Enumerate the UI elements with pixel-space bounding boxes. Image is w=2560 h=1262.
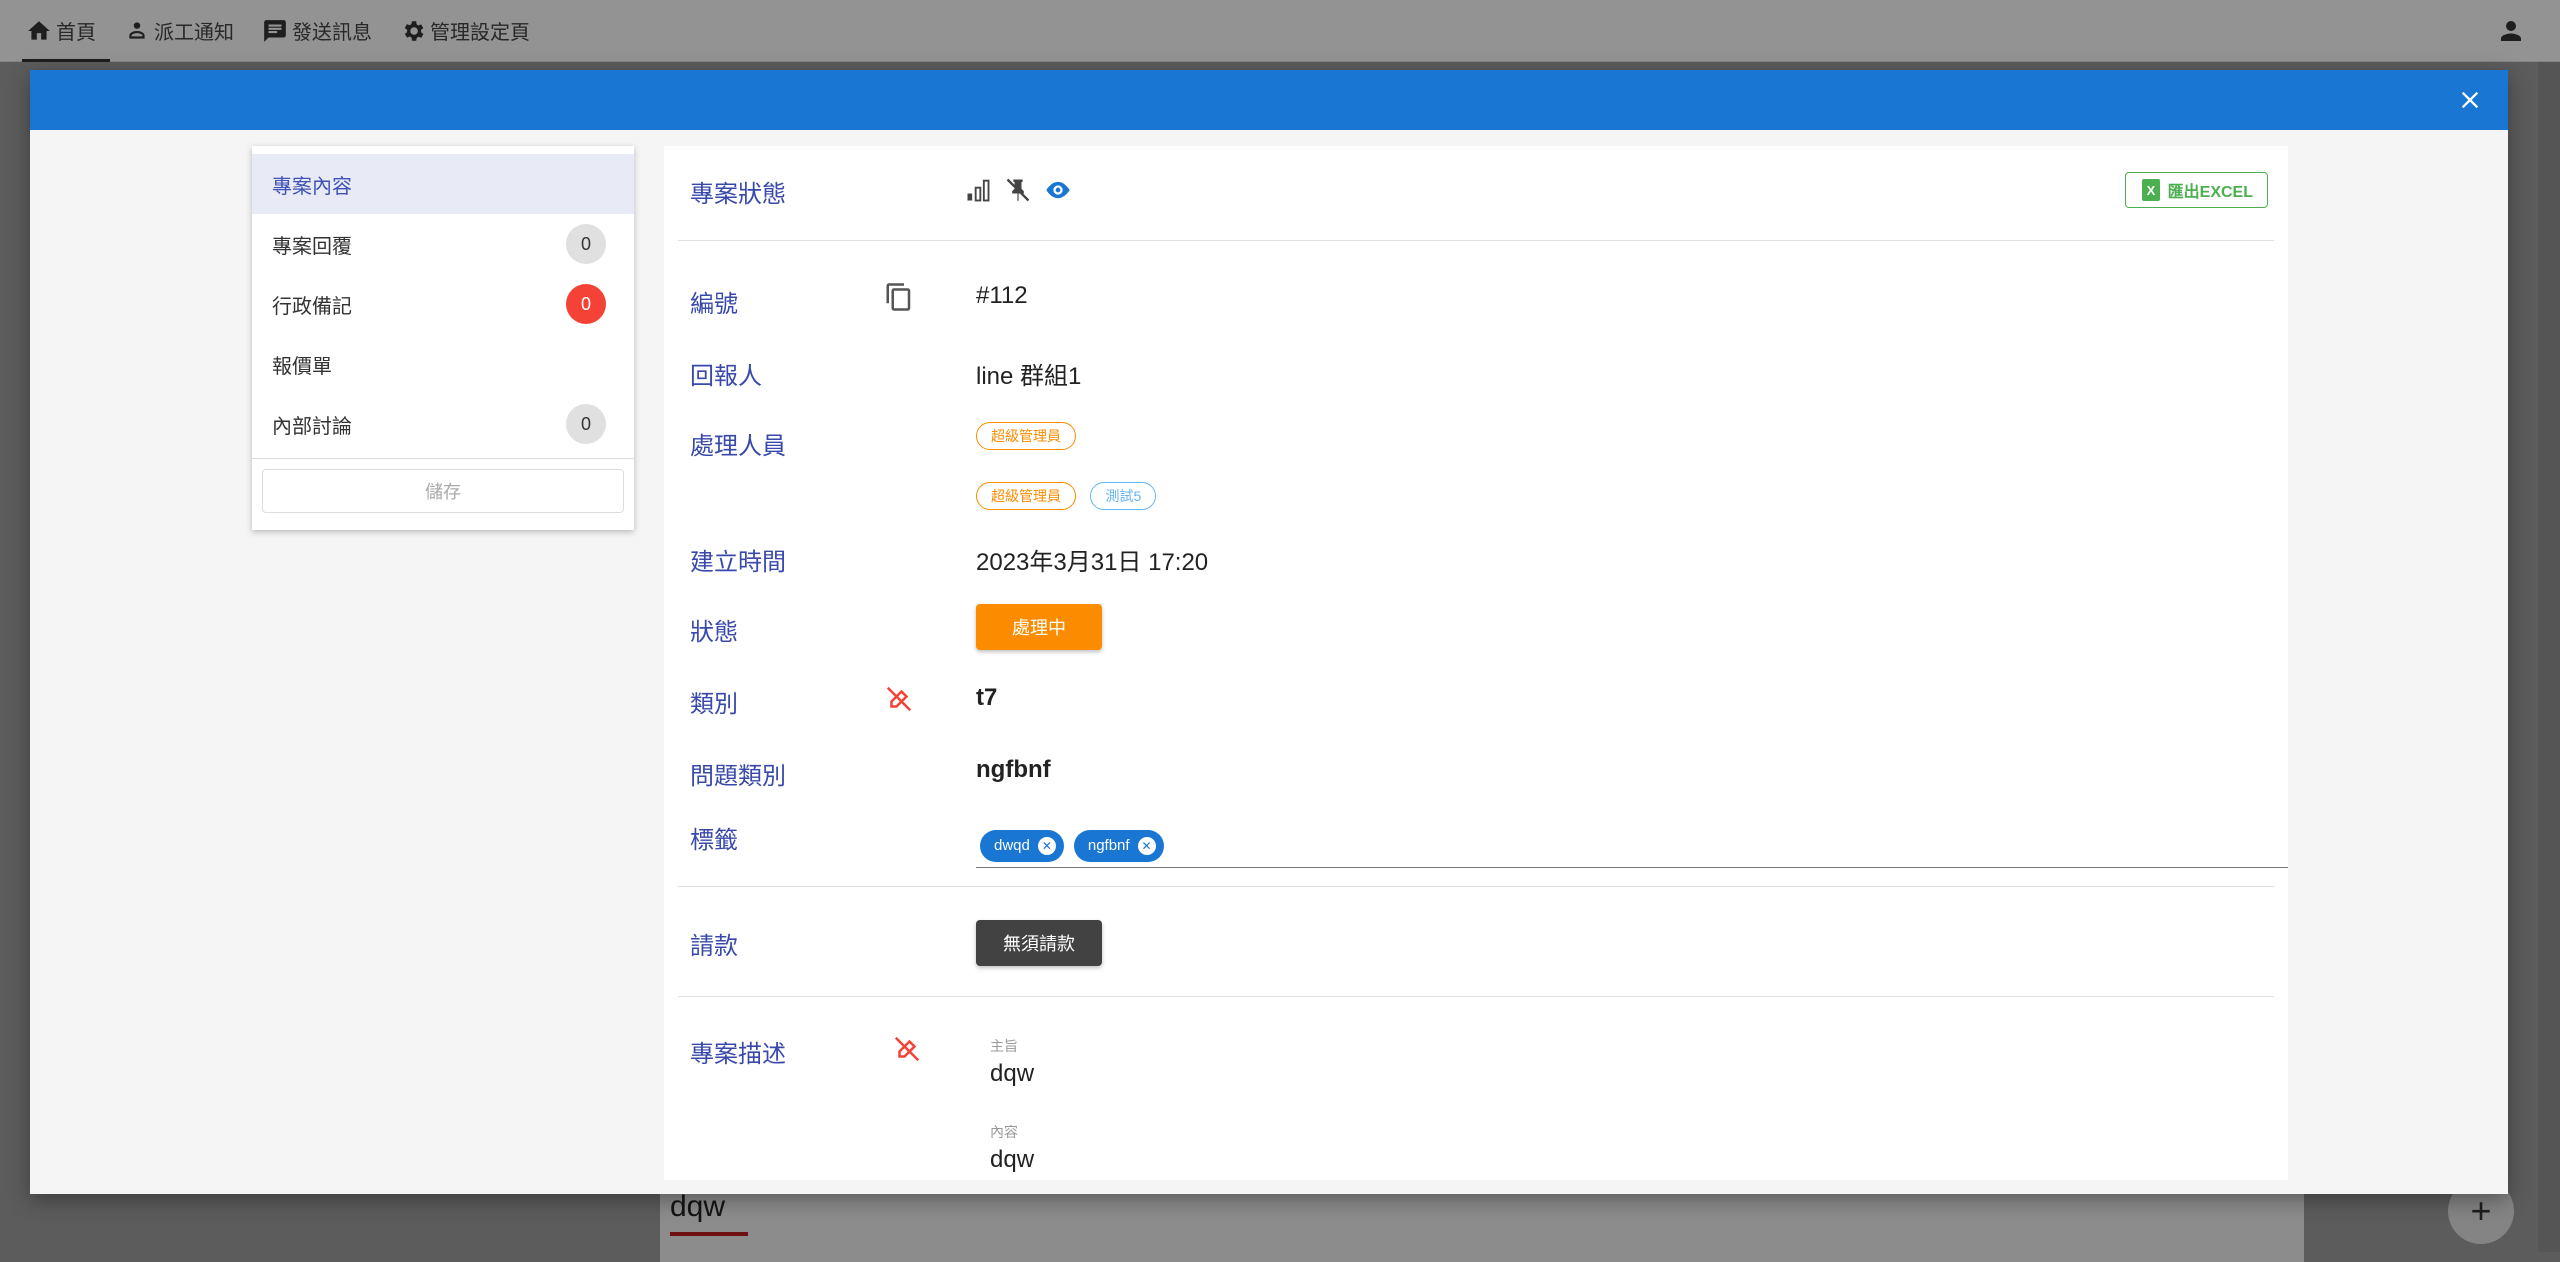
excel-icon: X [2141, 179, 2160, 201]
created-value: 2023年3月31日 17:20 [976, 549, 1209, 576]
tags-label: 標籤 [690, 827, 738, 854]
save-button[interactable]: 儲存 [262, 469, 624, 513]
billing-wrapper: 無須請款 [976, 920, 1102, 966]
project-dialog: 專案內容 專案回覆 0 行政備記 0 報價單 內部討論 0 儲存 專案狀態 X [30, 70, 2508, 1194]
close-icon [2461, 91, 2479, 109]
svg-text:X: X [2146, 183, 2155, 198]
billing-button[interactable]: 無須請款 [976, 920, 1102, 966]
export-excel-label: 匯出EXCEL [2167, 184, 2253, 201]
remove-tag-icon[interactable]: ✕ [1137, 836, 1156, 855]
tags-input[interactable]: dwqd ✕ ngfbnf ✕ [976, 824, 2288, 868]
menu-item-content[interactable]: 專案內容 [252, 154, 634, 214]
pencil-off-icon [886, 686, 912, 712]
section-divider [678, 240, 2274, 241]
copy-button[interactable] [884, 282, 914, 312]
state-button[interactable]: 處理中 [976, 604, 1102, 650]
signal-bars-icon[interactable] [964, 176, 992, 204]
side-menu: 專案內容 專案回覆 0 行政備記 0 報價單 內部討論 0 儲存 [252, 146, 634, 530]
section-divider [678, 886, 2274, 887]
handler-chips-primary: 超級管理員 [976, 422, 1086, 450]
id-value: #112 [976, 282, 1028, 309]
state-label: 狀態 [690, 619, 738, 646]
handler-chip[interactable]: 測試5 [1090, 482, 1157, 510]
menu-item-replies[interactable]: 專案回覆 0 [252, 214, 634, 274]
menu-item-discussion[interactable]: 內部討論 0 [252, 394, 634, 454]
issue-value: ngfbnf [976, 756, 1051, 783]
tag-chip-label: ngfbnf [1087, 837, 1130, 854]
category-value: t7 [976, 684, 998, 711]
menu-item-label: 內部討論 [272, 415, 352, 438]
pencil-off-icon [894, 1036, 920, 1062]
menu-item-label: 專案回覆 [272, 235, 352, 258]
category-label: 類別 [690, 691, 738, 718]
created-label: 建立時間 [690, 549, 786, 576]
tag-chip[interactable]: dwqd ✕ [980, 829, 1064, 862]
description-label: 專案描述 [690, 1041, 786, 1068]
handler-label: 處理人員 [690, 433, 786, 460]
project-detail-panel: 專案狀態 X 匯出EXCEL 編號 #112 回報人 line 群組1 處理人員… [664, 146, 2288, 1180]
tag-chip[interactable]: ngfbnf ✕ [1073, 829, 1164, 862]
subject-value: dqw [990, 1060, 1035, 1087]
eye-icon[interactable] [1044, 176, 1072, 204]
count-badge: 0 [566, 404, 606, 444]
menu-divider [252, 458, 634, 459]
handler-chip[interactable]: 超級管理員 [976, 482, 1076, 510]
section-divider [678, 996, 2274, 997]
reporter-label: 回報人 [690, 363, 762, 390]
billing-label: 請款 [690, 933, 738, 960]
handler-chips-secondary: 超級管理員 測試5 [976, 482, 1166, 510]
state-wrapper: 處理中 [976, 604, 1102, 650]
id-label: 編號 [690, 291, 738, 318]
edit-description-button[interactable] [892, 1034, 922, 1064]
status-icons [964, 176, 1072, 204]
content-caption: 內容 [990, 1124, 1018, 1140]
menu-item-quotation[interactable]: 報價單 [252, 334, 634, 394]
edit-category-button[interactable] [884, 684, 914, 714]
menu-item-label: 專案內容 [272, 175, 352, 198]
menu-item-admin-notes[interactable]: 行政備記 0 [252, 274, 634, 334]
pin-off-icon[interactable] [1004, 176, 1032, 204]
dialog-header [30, 70, 2508, 130]
handler-chip[interactable]: 超級管理員 [976, 422, 1076, 450]
menu-item-label: 報價單 [272, 355, 332, 378]
remove-tag-icon[interactable]: ✕ [1037, 836, 1056, 855]
close-button[interactable] [2452, 82, 2488, 118]
menu-item-label: 行政備記 [272, 295, 352, 318]
copy-icon [886, 283, 911, 311]
subject-caption: 主旨 [990, 1038, 1018, 1054]
count-badge: 0 [566, 284, 606, 324]
issue-label: 問題類別 [690, 763, 786, 790]
count-badge: 0 [566, 224, 606, 264]
content-value: dqw [990, 1146, 1035, 1173]
tag-chip-label: dwqd [994, 837, 1030, 854]
reporter-value: line 群組1 [976, 363, 1082, 390]
export-excel-button[interactable]: X 匯出EXCEL [2124, 172, 2268, 208]
status-label: 專案狀態 [690, 181, 786, 208]
